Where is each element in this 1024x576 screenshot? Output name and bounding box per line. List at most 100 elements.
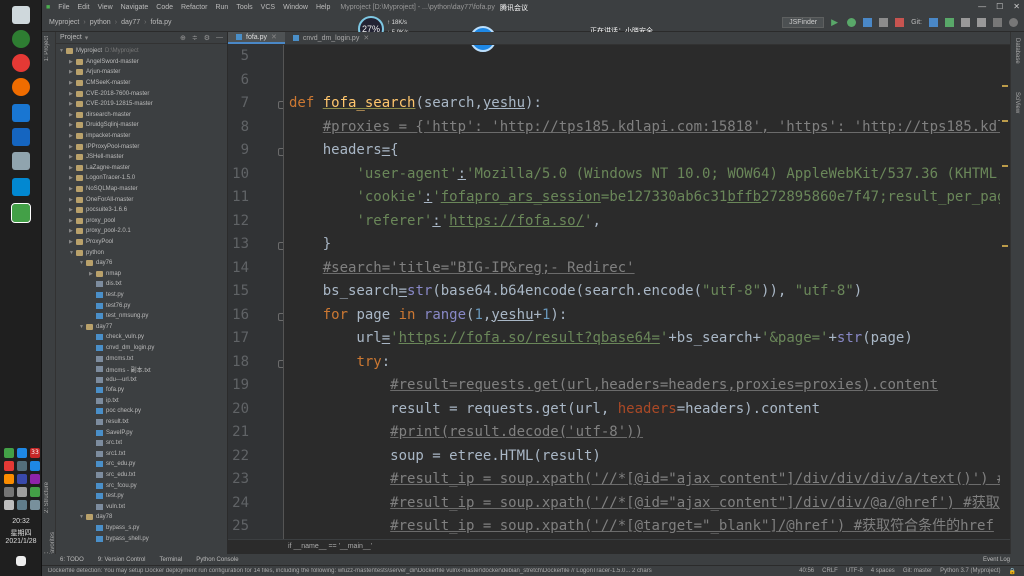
chevron-right-icon[interactable]: ▶ [89,271,96,277]
tray-icon[interactable] [17,487,27,497]
tray-icon[interactable] [30,500,40,510]
version-control-tool-button[interactable]: 9: Version Control [98,557,146,563]
tree-node[interactable]: ▼ Myproject D:\Myproject [56,46,227,57]
chevron-right-icon[interactable]: ▶ [69,91,76,97]
tray-icon[interactable] [4,448,14,458]
tree-node[interactable]: ▶ proxy_pool [56,216,227,227]
warning-marker[interactable] [1002,245,1008,247]
tree-node[interactable]: ▶ CMSeeK-master [56,78,227,89]
chevron-right-icon[interactable]: ▶ [69,59,76,65]
tray-icon[interactable] [4,474,14,484]
tree-node[interactable]: SaveIP.py [56,427,227,438]
tree-node[interactable]: ▶ CVE-2019-12815-master [56,99,227,110]
close-tab-icon[interactable]: ✕ [271,33,277,41]
close-tab-icon[interactable]: ✕ [363,34,369,42]
line-separator[interactable]: CRLF [822,568,838,575]
caret-position[interactable]: 40:56 [799,568,814,575]
chevron-right-icon[interactable]: ▶ [69,154,76,160]
settings-icon[interactable] [993,18,1002,27]
tree-node[interactable]: test76.py [56,300,227,311]
chevron-right-icon[interactable]: ▶ [69,144,76,150]
menu-run[interactable]: Run [211,4,232,11]
chevron-right-icon[interactable]: ▶ [69,80,76,86]
tree-node[interactable]: ▶ LogonTracer-1.5.0 [56,173,227,184]
chevron-right-icon[interactable]: ▶ [69,122,76,128]
menu-refactor[interactable]: Refactor [177,4,211,11]
fold-marker-icon[interactable] [278,312,283,321]
fold-marker-icon[interactable] [278,148,283,156]
python-interpreter[interactable]: Python 3.7 (Myproject) [940,568,1000,575]
start-icon[interactable] [12,6,30,24]
menu-vcs[interactable]: VCS [257,4,279,11]
menu-edit[interactable]: Edit [74,4,94,11]
minimize-icon[interactable]: — [978,2,986,11]
tree-node[interactable]: ▼ day77 [56,321,227,332]
clock-time[interactable]: 20:32 [0,518,42,525]
editor-scrollbar[interactable] [1000,45,1010,539]
notes-app-icon[interactable] [12,152,30,170]
tree-node[interactable]: src1.txt [56,449,227,460]
gear-icon[interactable]: ⚙ [204,34,210,42]
chevron-down-icon[interactable]: ▼ [79,260,86,266]
run-icon[interactable]: ▶ [831,18,840,27]
favorites-tool-button[interactable]: 2: Favorites [44,532,56,557]
maximize-icon[interactable]: ☐ [996,2,1003,11]
warning-marker[interactable] [1002,85,1008,87]
tray-icon[interactable] [30,487,40,497]
event-log-button[interactable]: Event Log [983,557,1024,563]
app-icon-blue[interactable] [12,104,30,122]
chevron-right-icon[interactable]: ▶ [69,239,76,245]
locate-icon[interactable]: ⊕ [180,34,186,42]
tree-node[interactable]: ▶ DruidgSqlinj-master [56,120,227,131]
menu-help[interactable]: Help [312,4,334,11]
tree-node[interactable]: test.py [56,491,227,502]
notification-icon[interactable] [16,556,26,566]
tree-node[interactable]: edu---url.txt [56,374,227,385]
menu-tools[interactable]: Tools [232,4,256,11]
breadcrumb-item[interactable]: python [87,19,114,26]
chevron-right-icon[interactable]: ▶ [69,186,76,192]
structure-tool-button[interactable]: 2: Structure [44,482,50,513]
chevron-right-icon[interactable]: ▶ [69,69,76,75]
tree-node[interactable]: src.txt [56,438,227,449]
chevron-right-icon[interactable]: ▶ [69,175,76,181]
hide-icon[interactable]: — [216,34,223,42]
tree-node[interactable]: ▶ JSHell-master [56,152,227,163]
profile-icon[interactable] [879,18,889,27]
tree-node[interactable]: ▶ dirsearch-master [56,110,227,121]
tree-node[interactable]: ▶ AngelSword-master [56,57,227,68]
tree-node[interactable]: src_edu.py [56,459,227,470]
fold-marker-icon[interactable] [278,359,283,368]
database-tool-button[interactable]: Database [1014,38,1020,64]
warning-marker[interactable] [1002,120,1008,122]
breadcrumb-item[interactable]: day77 [118,19,143,26]
tree-node[interactable]: dmcms.txt [56,353,227,364]
terminal-app-icon[interactable] [12,178,30,196]
terminal-tool-button[interactable]: Terminal [160,557,183,563]
tray-icon[interactable] [17,448,27,458]
code-editor[interactable]: def fofa_search(search,yeshu): #proxies … [285,45,1010,539]
status-message[interactable]: Dockerfile detection: You may setup Dock… [48,568,799,574]
search-icon[interactable] [1009,18,1018,27]
tree-node[interactable]: ▶ NoSQLMap-master [56,184,227,195]
tree-node[interactable]: ▶ ProxyPool [56,237,227,248]
tree-node[interactable]: bypass_shell.py [56,533,227,544]
tree-node[interactable]: ▼ day76 [56,258,227,269]
run-configuration-select[interactable]: JSFinder [782,17,825,28]
tree-node[interactable]: ▼ day78 [56,512,227,523]
git-commit-icon[interactable] [945,18,954,27]
chevron-down-icon[interactable]: ▾ [85,34,89,42]
python-console-tool-button[interactable]: Python Console [196,557,238,563]
revert-icon[interactable] [977,18,986,27]
project-tool-button[interactable]: 1: Project [44,36,50,61]
tree-node[interactable]: dis.txt [56,279,227,290]
fold-marker-icon[interactable] [278,242,283,250]
chrome-icon[interactable] [12,54,30,72]
sciview-tool-button[interactable]: SciView [1014,92,1020,113]
menu-navigate[interactable]: Navigate [117,4,153,11]
stop-icon[interactable] [895,18,905,27]
menu-view[interactable]: View [94,4,117,11]
todo-tool-button[interactable]: 6: TODO [60,557,84,563]
debug-icon[interactable] [847,18,857,27]
tray-icon[interactable] [4,500,14,510]
